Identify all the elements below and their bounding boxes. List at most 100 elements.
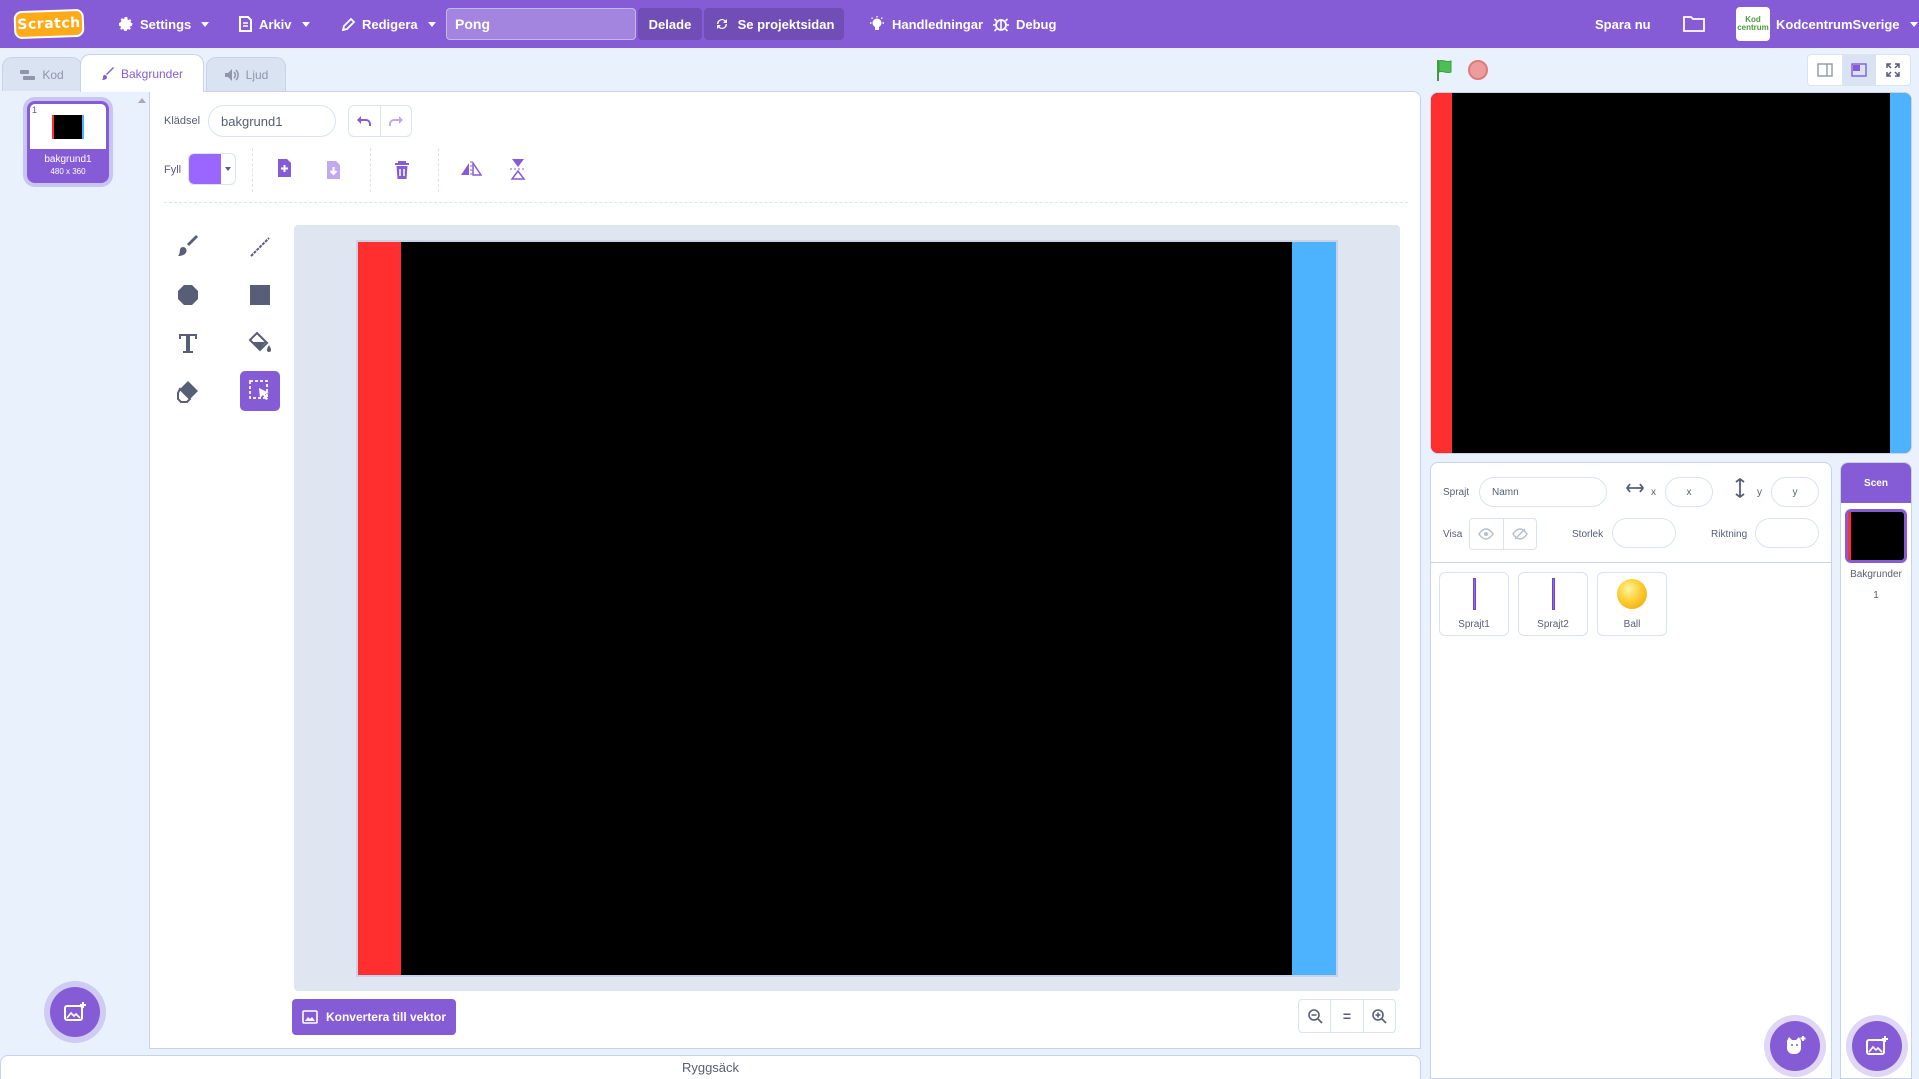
fill-label: Fyll — [164, 164, 182, 176]
visibility-toggle — [1469, 518, 1537, 550]
paint-bucket-icon — [248, 331, 271, 352]
sprite-thumbnail — [1440, 577, 1508, 611]
sprite-card[interactable]: Ball — [1597, 572, 1667, 636]
rectangle-icon — [250, 285, 270, 305]
zoom-reset-button[interactable]: = — [1330, 1000, 1362, 1032]
choose-backdrop-stage-button[interactable] — [1852, 1021, 1902, 1071]
eraser-tool[interactable] — [168, 371, 208, 411]
toolbar-divider — [164, 202, 1408, 203]
tab-code-label: Kod — [42, 68, 64, 82]
settings-label: Settings — [140, 16, 192, 32]
project-title-input[interactable]: Pong — [446, 8, 636, 40]
tab-sounds[interactable]: Ljud — [206, 57, 286, 92]
copy-button[interactable] — [276, 158, 294, 178]
line-tool[interactable] — [240, 227, 280, 267]
green-flag-button[interactable] — [1434, 58, 1458, 85]
line-icon — [250, 237, 270, 257]
zoom-out-button[interactable] — [1299, 1000, 1330, 1032]
green-flag-icon — [1437, 59, 1452, 81]
see-project-page-label: Se projektsidan — [737, 16, 835, 32]
paddle-icon — [1472, 578, 1476, 610]
tab-code[interactable]: Kod — [2, 57, 82, 92]
flip-horizontal-icon — [461, 161, 482, 177]
fullscreen-button[interactable] — [1876, 55, 1910, 85]
convert-to-vector-button[interactable]: Konvertera till vektor — [292, 999, 456, 1035]
backpack-bar[interactable]: Ryggsäck — [0, 1055, 1421, 1079]
costume-name-input[interactable]: bakgrund1 — [208, 105, 336, 137]
file-menu[interactable]: Arkiv — [238, 0, 310, 48]
stop-button[interactable] — [1468, 60, 1488, 80]
zoom-in-button[interactable] — [1362, 1000, 1395, 1032]
save-now-button[interactable]: Spara nu — [1595, 0, 1651, 48]
horizontal-arrows-icon — [1625, 482, 1645, 497]
add-backdrop-icon — [1866, 1036, 1888, 1055]
tutorials-button[interactable]: Handledningar — [868, 0, 983, 48]
stage-size-modes — [1807, 54, 1911, 86]
sprite-thumbnail — [1519, 577, 1587, 611]
toolbar-divider — [438, 148, 439, 192]
backdrop-thumbnail — [30, 104, 106, 149]
flip-horizontal-button[interactable] — [460, 161, 482, 177]
undo-redo-group — [348, 105, 412, 137]
scratch-logo[interactable]: Scratch — [13, 8, 85, 40]
backdrop-size: 480 x 360 — [50, 167, 86, 176]
size-input[interactable] — [1612, 518, 1676, 548]
shared-button[interactable]: Delade — [638, 8, 702, 40]
stage-canvas[interactable] — [1430, 92, 1912, 454]
small-stage-icon — [1817, 63, 1833, 77]
left-red-wall — [358, 242, 401, 975]
brush-tool[interactable] — [168, 227, 208, 267]
backdrop-number: 1 — [32, 105, 38, 115]
small-stage-button[interactable] — [1808, 55, 1842, 85]
account-menu[interactable]: Kod centrum KodcentrumSverige — [1736, 7, 1918, 41]
debug-button[interactable]: Debug — [992, 0, 1056, 48]
select-tool[interactable] — [240, 371, 280, 411]
redo-button[interactable] — [381, 106, 412, 136]
circle-tool[interactable] — [168, 275, 208, 315]
paste-button[interactable] — [325, 160, 343, 180]
delete-button[interactable] — [393, 160, 411, 180]
sprite-card[interactable]: Sprajt2 — [1518, 572, 1588, 636]
edit-menu[interactable]: Redigera — [342, 0, 436, 48]
paddle-icon — [1551, 578, 1555, 610]
rectangle-tool[interactable] — [240, 275, 280, 315]
x-input[interactable]: x — [1665, 477, 1713, 507]
show-sprite-button[interactable] — [1470, 519, 1503, 549]
tutorials-label: Handledningar — [892, 16, 984, 32]
fill-tool[interactable] — [240, 323, 280, 363]
paint-canvas[interactable] — [356, 240, 1338, 977]
sprite-card[interactable]: Sprajt1 — [1439, 572, 1509, 636]
undo-button[interactable] — [349, 106, 381, 136]
scroll-up-icon[interactable] — [138, 98, 146, 103]
tab-backdrops[interactable]: Bakgrunder — [80, 54, 204, 92]
eraser-icon — [177, 381, 198, 403]
my-stuff-folder-icon[interactable] — [1683, 14, 1705, 35]
choose-sprite-button[interactable] — [1770, 1021, 1820, 1071]
show-label: Visa — [1443, 529, 1463, 540]
sprite-name-input[interactable]: Namn — [1479, 477, 1607, 507]
zoom-out-icon — [1307, 1009, 1323, 1024]
chevron-down-icon — [201, 21, 210, 27]
backdrop-tile[interactable]: 1 bakgrund1 480 x 360 — [27, 101, 109, 183]
fullscreen-icon — [1886, 63, 1900, 77]
fill-color-picker[interactable] — [188, 153, 236, 185]
flip-vertical-button[interactable] — [510, 158, 526, 180]
pencil-icon — [342, 17, 356, 31]
debug-label: Debug — [1016, 16, 1057, 32]
add-sprite-cat-icon — [1787, 1036, 1806, 1054]
sprite-name: Ball — [1623, 619, 1641, 630]
x-label: x — [1651, 487, 1656, 498]
text-tool[interactable] — [168, 323, 208, 363]
y-input[interactable]: y — [1771, 477, 1819, 507]
stage-selector[interactable]: Scen Bakgrunder 1 — [1840, 462, 1912, 1079]
username: KodcentrumSverige — [1776, 16, 1900, 32]
hide-sprite-button[interactable] — [1502, 519, 1537, 549]
paintbrush-icon — [101, 66, 114, 80]
add-backdrop-icon — [64, 1002, 86, 1021]
normal-stage-button[interactable] — [1842, 55, 1876, 85]
choose-backdrop-button[interactable] — [50, 987, 100, 1037]
sprite-label: Sprajt — [1443, 487, 1470, 498]
settings-menu[interactable]: Settings — [118, 0, 210, 48]
direction-input[interactable] — [1755, 518, 1819, 548]
see-project-page-button[interactable]: Se projektsidan — [704, 8, 844, 40]
